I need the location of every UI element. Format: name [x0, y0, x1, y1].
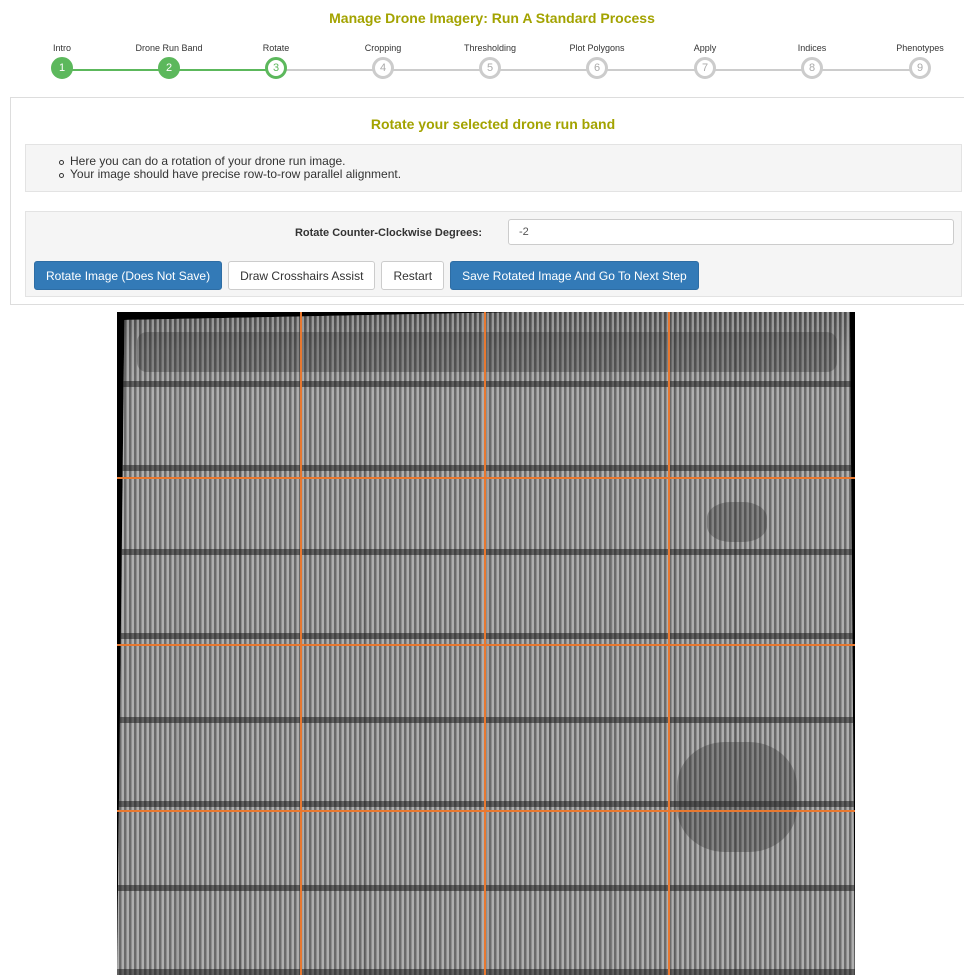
draw-crosshairs-button[interactable]: Draw Crosshairs Assist — [228, 261, 376, 290]
step-number-circle: 7 — [694, 57, 716, 79]
instruction-item: Your image should have precise row-to-ro… — [59, 168, 961, 181]
step-label: Plot Polygons — [569, 43, 625, 53]
instructions-list: Here you can do a rotation of your drone… — [26, 145, 961, 181]
step-cropping[interactable]: Cropping 4 — [328, 44, 438, 79]
step-number-circle: 9 — [909, 57, 931, 79]
panel-title: Rotate your selected drone run band — [370, 116, 616, 132]
rotate-panel: Rotate your selected drone run band Here… — [10, 97, 964, 305]
field-dark-patch — [707, 502, 767, 542]
step-number-circle: 6 — [586, 57, 608, 79]
step-number-circle: 1 — [51, 57, 73, 79]
step-plot-polygons[interactable]: Plot Polygons 6 — [542, 44, 652, 79]
step-label: Cropping — [364, 43, 402, 53]
step-rotate[interactable]: Rotate 3 — [221, 44, 331, 79]
step-label: Apply — [693, 43, 717, 53]
instructions-box: Here you can do a rotation of your drone… — [25, 144, 962, 192]
drone-run-image — [117, 312, 855, 975]
page-title: Manage Drone Imagery: Run A Standard Pro… — [329, 10, 655, 26]
field-dark-patch — [137, 332, 837, 372]
step-drone-run-band[interactable]: Drone Run Band 2 — [114, 44, 224, 79]
step-label: Rotate — [262, 43, 290, 53]
save-next-step-button[interactable]: Save Rotated Image And Go To Next Step — [450, 261, 699, 290]
step-number-circle: 3 — [265, 57, 287, 79]
step-label: Thresholding — [463, 43, 517, 53]
step-label: Indices — [797, 43, 827, 53]
rotate-degrees-label: Rotate Counter-Clockwise Degrees: — [294, 227, 482, 239]
rotate-form: Rotate Counter-Clockwise Degrees: Rotate… — [25, 211, 962, 297]
step-number-circle: 2 — [158, 57, 180, 79]
rotate-image-button[interactable]: Rotate Image (Does Not Save) — [34, 261, 223, 290]
progress-stepper: Intro 1 Drone Run Band 2 Rotate 3 Croppi… — [0, 44, 964, 94]
step-label: Intro — [52, 43, 71, 53]
crosshair-horizontal — [117, 810, 855, 812]
step-apply[interactable]: Apply 7 — [650, 44, 760, 79]
step-number-circle: 8 — [801, 57, 823, 79]
step-number-circle: 4 — [372, 57, 394, 79]
step-number-circle: 5 — [479, 57, 501, 79]
restart-button[interactable]: Restart — [381, 261, 445, 290]
step-label: Drone Run Band — [135, 43, 203, 53]
crosshair-horizontal — [117, 644, 855, 646]
field-dark-patch — [677, 742, 797, 852]
step-intro[interactable]: Intro 1 — [7, 44, 117, 79]
step-phenotypes[interactable]: Phenotypes 9 — [865, 44, 964, 79]
step-label: Phenotypes — [896, 43, 944, 53]
step-indices[interactable]: Indices 8 — [757, 44, 867, 79]
step-thresholding[interactable]: Thresholding 5 — [435, 44, 545, 79]
crosshair-horizontal — [117, 477, 855, 479]
action-buttons: Rotate Image (Does Not Save) Draw Crossh… — [34, 261, 699, 290]
page: Manage Drone Imagery: Run A Standard Pro… — [0, 0, 964, 975]
rotate-degrees-input[interactable] — [508, 219, 954, 245]
